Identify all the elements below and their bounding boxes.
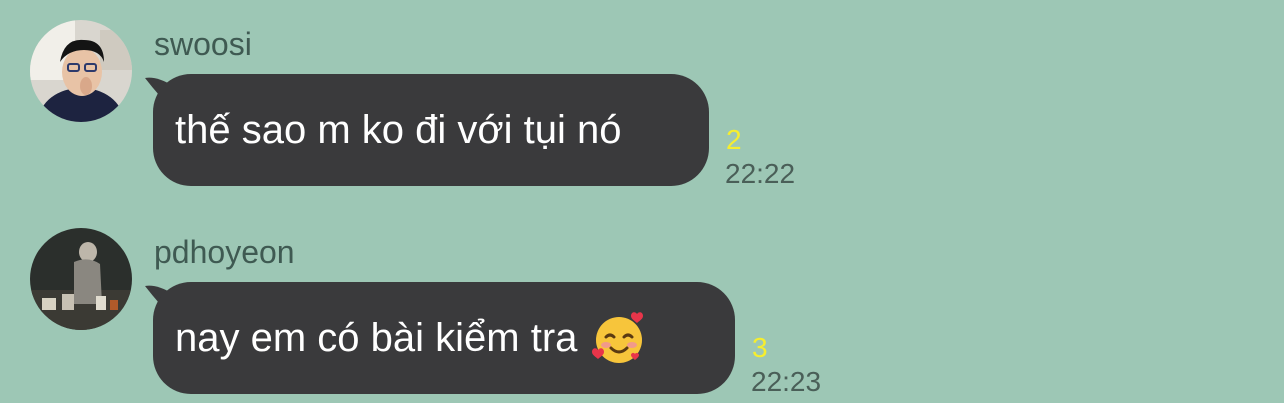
message-row: pdhoyeon nay em có bài kiểm tra 3 22:23 bbox=[0, 208, 1284, 403]
sender-name: swoosi bbox=[154, 26, 252, 62]
smiling-face-with-hearts-icon bbox=[592, 312, 644, 363]
avatar-pdhoyeon[interactable] bbox=[30, 228, 132, 330]
message-text: nay em có bài kiểm tra bbox=[175, 315, 578, 360]
message-bubble[interactable]: nay em có bài kiểm tra bbox=[153, 282, 735, 394]
message-bubble[interactable]: thế sao m ko đi với tụi nó bbox=[153, 74, 709, 186]
unread-count: 2 bbox=[726, 124, 742, 155]
unread-count: 3 bbox=[752, 332, 768, 363]
message-text: thế sao m ko đi với tụi nó bbox=[175, 107, 622, 152]
sender-name: pdhoyeon bbox=[154, 234, 295, 270]
profile-photo-icon bbox=[30, 228, 132, 330]
message-row: swoosi thế sao m ko đi với tụi nó 2 22:2… bbox=[0, 0, 1284, 200]
profile-photo-icon bbox=[30, 20, 132, 122]
message-time: 22:22 bbox=[725, 158, 796, 189]
message-time: 22:23 bbox=[751, 366, 822, 397]
avatar-swoosi[interactable] bbox=[30, 20, 132, 122]
